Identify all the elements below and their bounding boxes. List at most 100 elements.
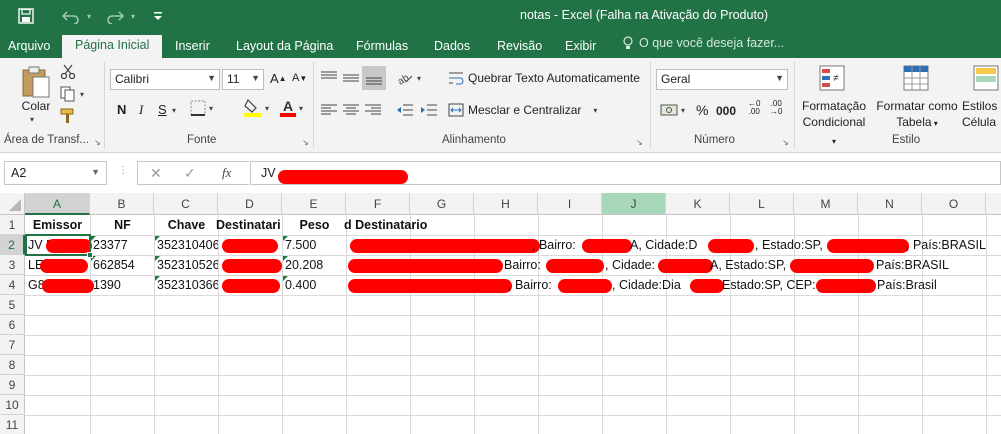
cell-b3[interactable]: 662854	[91, 256, 154, 276]
cell-l4-text[interactable]: Estado:SP, CEP:	[722, 276, 822, 296]
tab-arquivo[interactable]: Arquivo	[8, 36, 50, 58]
fill-handle[interactable]	[87, 252, 93, 258]
align-left-icon[interactable]	[320, 102, 338, 118]
row-header-11[interactable]: 11	[0, 415, 25, 434]
cell-c1[interactable]: Chave	[155, 216, 218, 236]
cell-e3[interactable]: 20.208	[283, 256, 346, 276]
align-top-icon[interactable]	[320, 70, 338, 86]
align-right-icon[interactable]	[364, 102, 382, 118]
customize-qat-icon[interactable]	[150, 6, 166, 26]
cell-l3-text[interactable]: A, Estado:SP,	[710, 256, 800, 276]
cell-d1[interactable]: Destinatari	[216, 216, 282, 236]
underline-button[interactable]: S	[158, 102, 167, 117]
cell-j3-text[interactable]: , Cidade:	[605, 256, 665, 276]
format-painter-icon[interactable]	[60, 108, 76, 124]
tab-revisao[interactable]: Revisão	[497, 36, 542, 58]
col-header-i[interactable]: I	[538, 193, 602, 215]
cancel-icon[interactable]: ✕	[150, 165, 162, 182]
cell-c3[interactable]: 352310526	[155, 256, 218, 276]
bold-button[interactable]: N	[117, 102, 126, 117]
format-as-table-label[interactable]: Formatar como Tabela ▾	[872, 98, 962, 132]
increase-font-icon[interactable]: A ▲	[270, 71, 287, 86]
col-header-b[interactable]: B	[90, 193, 154, 215]
decrease-decimal-icon[interactable]: .00 →0	[770, 100, 782, 116]
paste-button[interactable]	[20, 64, 52, 100]
align-bottom-icon[interactable]	[362, 66, 386, 90]
decrease-font-icon[interactable]: A ▼	[292, 72, 307, 84]
cell-e1[interactable]: Peso	[283, 216, 346, 236]
row-header-3[interactable]: 3	[0, 255, 25, 275]
tab-inserir[interactable]: Inserir	[175, 36, 210, 58]
cell-e4[interactable]: 0.400	[283, 276, 346, 296]
font-size-select[interactable]: 11 ▼	[222, 69, 264, 90]
cell-n3-text[interactable]: País:BRASIL	[876, 256, 1001, 276]
number-launcher-icon[interactable]: ↘	[782, 138, 789, 147]
underline-dropdown-icon[interactable]: ▾	[172, 106, 176, 115]
number-format-select[interactable]: Geral ▼	[656, 69, 788, 90]
enter-icon[interactable]: ✓	[184, 165, 196, 182]
col-header-n[interactable]: N	[858, 193, 922, 215]
cell-c2[interactable]: 352310406	[155, 236, 218, 256]
conditional-formatting-label[interactable]: Formatação Condicional ▾	[800, 98, 868, 150]
clipboard-launcher-icon[interactable]: ↘	[94, 138, 101, 147]
resize-dots-icon[interactable]: ⋮	[118, 165, 128, 176]
cell-styles-label[interactable]: Estilos de Célula	[962, 98, 1001, 130]
cell-b1[interactable]: NF	[91, 216, 154, 236]
redo-dropdown-icon[interactable]: ▾	[128, 6, 138, 26]
font-color-icon[interactable]: A ▾	[280, 98, 303, 118]
row-header-7[interactable]: 7	[0, 335, 25, 355]
row-header-6[interactable]: 6	[0, 315, 25, 335]
worksheet-grid[interactable]: A B C D E F G H I J K L M N O 1 2 3 4 5 …	[0, 193, 1001, 434]
borders-icon[interactable]: ▾	[190, 100, 213, 116]
cell-b2[interactable]: 23377	[91, 236, 154, 256]
percent-icon[interactable]: %	[696, 102, 708, 118]
col-header-l[interactable]: L	[730, 193, 794, 215]
orientation-icon[interactable]: ab ▾	[396, 70, 421, 86]
font-name-select[interactable]: Calibri ▼	[110, 69, 220, 90]
cell-f1[interactable]: d Destinatario	[344, 216, 474, 236]
tab-dados[interactable]: Dados	[434, 36, 470, 58]
tab-exibir[interactable]: Exibir	[565, 36, 596, 58]
cell-a1[interactable]: Emissor	[26, 216, 89, 236]
col-header-d[interactable]: D	[218, 193, 282, 215]
cell-l2-text[interactable]: , Estado:SP,	[755, 236, 835, 256]
paste-dropdown-icon[interactable]: ▾	[30, 115, 34, 124]
cell-b4[interactable]: 1390	[91, 276, 154, 296]
col-header-a[interactable]: A	[25, 193, 90, 215]
col-header-c[interactable]: C	[154, 193, 218, 215]
row-header-5[interactable]: 5	[0, 295, 25, 315]
col-header-f[interactable]: F	[346, 193, 410, 215]
col-header-o[interactable]: O	[922, 193, 986, 215]
cut-icon[interactable]	[60, 64, 76, 80]
select-all-corner[interactable]	[0, 193, 25, 215]
row-header-10[interactable]: 10	[0, 395, 25, 415]
increase-indent-icon[interactable]	[420, 102, 438, 118]
comma-style-icon[interactable]: 000	[716, 104, 736, 118]
tell-me-box[interactable]: O que você deseja fazer...	[622, 36, 784, 50]
cell-styles-icon[interactable]	[972, 64, 1000, 92]
merge-center-button[interactable]: Mesclar e Centralizar ▾	[448, 102, 597, 118]
fill-color-icon[interactable]: ▾	[244, 98, 269, 118]
cell-e2[interactable]: 7.500	[283, 236, 346, 256]
row-header-4[interactable]: 4	[0, 275, 25, 295]
wrap-text-button[interactable]: Quebrar Texto Automaticamente	[448, 70, 640, 86]
row-header-2[interactable]: 2	[0, 235, 25, 255]
conditional-formatting-icon[interactable]: ≠	[818, 64, 846, 92]
copy-icon[interactable]: ▾	[60, 86, 84, 102]
col-header-h[interactable]: H	[474, 193, 538, 215]
align-center-icon[interactable]	[342, 102, 360, 118]
cell-j4-text[interactable]: , Cidade:Dia	[612, 276, 692, 296]
undo-icon[interactable]	[60, 6, 82, 26]
cell-n2-text[interactable]: , País:BRASIL	[906, 236, 1001, 256]
align-middle-icon[interactable]	[342, 70, 360, 86]
tab-formulas[interactable]: Fórmulas	[356, 36, 408, 58]
save-icon[interactable]	[16, 6, 36, 26]
currency-icon[interactable]: ▾	[660, 102, 685, 118]
col-header-p[interactable]	[986, 193, 1001, 215]
tab-layout[interactable]: Layout da Página	[236, 36, 333, 58]
col-header-j[interactable]: J	[602, 193, 666, 215]
insert-function-button[interactable]: fx	[222, 165, 231, 181]
decrease-indent-icon[interactable]	[396, 102, 414, 118]
cell-n4-text[interactable]: País:Brasil	[877, 276, 1001, 296]
row-header-9[interactable]: 9	[0, 375, 25, 395]
